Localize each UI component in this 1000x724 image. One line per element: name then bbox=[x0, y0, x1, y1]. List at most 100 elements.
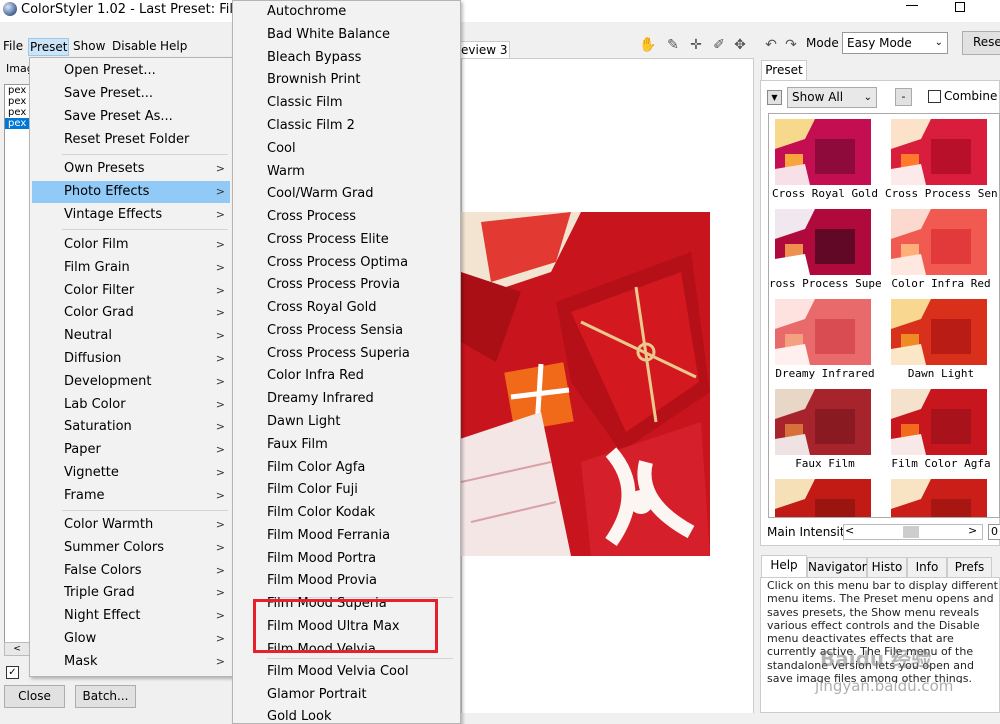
menu-item-photo-effects[interactable]: Photo Effects > bbox=[32, 181, 230, 203]
menu-item-glow[interactable]: Glow > bbox=[32, 628, 230, 650]
menu-item-summer-colors[interactable]: Summer Colors > bbox=[32, 537, 230, 559]
menu-item-saturation[interactable]: Saturation > bbox=[32, 416, 230, 438]
thumbnail-cross-process-superia[interactable]: ross Process Superia bbox=[769, 204, 881, 290]
menu-item-color-filter[interactable]: Color Filter > bbox=[32, 280, 230, 302]
preset-thumbnail-grid[interactable]: Cross Royal Gold Cross Process Sensi ros… bbox=[768, 113, 1000, 518]
submenu-item[interactable]: Brownish Print bbox=[233, 69, 459, 91]
submenu-item[interactable]: Film Mood Portra bbox=[233, 548, 459, 570]
file-list[interactable]: pex pex pex pex bbox=[4, 84, 30, 644]
apply-checkbox[interactable]: ✓ bbox=[6, 666, 19, 679]
submenu-item[interactable]: Color Infra Red bbox=[233, 365, 459, 387]
menu-item-save-preset-as[interactable]: Save Preset As... bbox=[32, 106, 230, 128]
brush-icon[interactable]: ✐ bbox=[710, 36, 728, 54]
menu-item-triple-grad[interactable]: Triple Grad > bbox=[32, 582, 230, 604]
slider-left-arrow-icon[interactable]: < bbox=[845, 524, 854, 537]
submenu-item[interactable]: Dawn Light bbox=[233, 411, 459, 433]
submenu-item[interactable]: Warm bbox=[233, 161, 459, 183]
menu-item-vignette[interactable]: Vignette > bbox=[32, 462, 230, 484]
thumbnail-cross-royal-gold[interactable]: Cross Royal Gold bbox=[769, 114, 878, 200]
intensity-value-field[interactable]: 0 bbox=[988, 524, 1000, 540]
menu-help[interactable]: Help bbox=[159, 38, 188, 54]
menu-item-vintage-effects[interactable]: Vintage Effects > bbox=[32, 204, 230, 226]
slider-thumb[interactable] bbox=[903, 526, 919, 538]
submenu-item[interactable]: Bad White Balance bbox=[233, 24, 459, 46]
eyedropper-icon[interactable]: ✎ bbox=[664, 36, 682, 54]
thumbnail-faux-film[interactable]: Faux Film bbox=[769, 384, 871, 470]
move-arrows-icon[interactable]: ✥ bbox=[731, 36, 749, 54]
menu-item-film-grain[interactable]: Film Grain > bbox=[32, 257, 230, 279]
panel-menu-icon[interactable]: ▼ bbox=[767, 90, 782, 105]
list-item[interactable]: pex bbox=[5, 85, 29, 96]
tab-navigator[interactable]: Navigator bbox=[807, 557, 867, 577]
minimize-icon[interactable] bbox=[906, 5, 918, 6]
submenu-item[interactable]: Cross Process bbox=[233, 206, 459, 228]
menu-item-diffusion[interactable]: Diffusion > bbox=[32, 348, 230, 370]
submenu-item[interactable]: Bleach Bypass bbox=[233, 47, 459, 69]
tab-info[interactable]: Info bbox=[907, 557, 947, 577]
menu-item-color-film[interactable]: Color Film > bbox=[32, 234, 230, 256]
thumbnail-film-color-agfa[interactable]: Film Color Agfa bbox=[885, 384, 991, 470]
submenu-item[interactable]: Cross Process Superia bbox=[233, 343, 459, 365]
menu-item-neutral[interactable]: Neutral > bbox=[32, 325, 230, 347]
list-item-selected[interactable]: pex bbox=[5, 118, 29, 129]
submenu-item[interactable]: Dreamy Infrared bbox=[233, 388, 459, 410]
submenu-item[interactable]: Cool bbox=[233, 138, 459, 160]
thumbnail-partial[interactable] bbox=[885, 474, 987, 517]
maximize-icon[interactable] bbox=[955, 2, 965, 12]
crosshair-icon[interactable]: ✛ bbox=[687, 36, 705, 54]
submenu-item[interactable]: Film Mood Velvia Cool bbox=[233, 661, 459, 683]
batch-button[interactable]: Batch... bbox=[75, 685, 136, 708]
menu-item-development[interactable]: Development > bbox=[32, 371, 230, 393]
undo-icon[interactable]: ↶ bbox=[762, 36, 780, 54]
reset-button[interactable]: Rese bbox=[962, 31, 1000, 55]
tab-histo[interactable]: Histo bbox=[867, 557, 907, 577]
thumbnail-color-infra-red[interactable]: Color Infra Red bbox=[885, 204, 991, 290]
submenu-item[interactable]: Cool/Warm Grad bbox=[233, 183, 459, 205]
submenu-item[interactable]: Cross Process Elite bbox=[233, 229, 459, 251]
minus-button[interactable]: - bbox=[895, 88, 912, 106]
combine-checkbox[interactable] bbox=[928, 90, 941, 103]
menu-item-night-effect[interactable]: Night Effect > bbox=[32, 605, 230, 627]
submenu-item[interactable]: Cross Royal Gold bbox=[233, 297, 459, 319]
menu-item-save-preset[interactable]: Save Preset... bbox=[32, 83, 230, 105]
list-item[interactable]: pex bbox=[5, 107, 29, 118]
submenu-item[interactable]: Autochrome bbox=[233, 1, 459, 23]
tab-help[interactable]: Help bbox=[761, 555, 807, 577]
menu-item-color-warmth[interactable]: Color Warmth > bbox=[32, 514, 230, 536]
hand-tool-icon[interactable]: ✋ bbox=[639, 36, 657, 54]
close-button[interactable]: Close bbox=[4, 685, 65, 708]
submenu-item[interactable]: Faux Film bbox=[233, 434, 459, 456]
menu-item-reset-preset-folder[interactable]: Reset Preset Folder bbox=[32, 129, 230, 151]
menu-item-false-colors[interactable]: False Colors > bbox=[32, 560, 230, 582]
submenu-item[interactable]: Film Color Fuji bbox=[233, 479, 459, 501]
list-item[interactable]: pex bbox=[5, 96, 29, 107]
tab-preview-3[interactable]: eview 3 bbox=[458, 41, 511, 58]
menu-item-mask[interactable]: Mask > bbox=[32, 651, 230, 673]
tab-preset[interactable]: Preset bbox=[761, 60, 807, 80]
submenu-item[interactable]: Classic Film 2 bbox=[233, 115, 459, 137]
slider-right-arrow-icon[interactable]: > bbox=[968, 524, 977, 537]
submenu-item[interactable]: Gold Look bbox=[233, 706, 459, 723]
thumbnail-partial[interactable] bbox=[769, 474, 871, 517]
menu-disable[interactable]: Disable bbox=[111, 38, 158, 54]
menu-show[interactable]: Show bbox=[72, 38, 106, 54]
menu-item-own-presets[interactable]: Own Presets > bbox=[32, 158, 230, 180]
menu-item-open-preset[interactable]: Open Preset... bbox=[32, 60, 230, 82]
menu-item-color-grad[interactable]: Color Grad > bbox=[32, 302, 230, 324]
scroll-left-arrow-icon[interactable]: < bbox=[4, 642, 30, 656]
submenu-item[interactable]: Glamor Portrait bbox=[233, 684, 459, 706]
redo-icon[interactable]: ↷ bbox=[782, 36, 800, 54]
thumbnail-dreamy-infrared[interactable]: Dreamy Infrared bbox=[769, 294, 875, 380]
menu-file[interactable]: File bbox=[2, 38, 24, 54]
submenu-item[interactable]: Film Color Kodak bbox=[233, 502, 459, 524]
submenu-item[interactable]: Cross Process Optima bbox=[233, 252, 459, 274]
submenu-item[interactable]: Cross Process Sensia bbox=[233, 320, 459, 342]
submenu-item[interactable]: Classic Film bbox=[233, 92, 459, 114]
show-select[interactable]: Show All ⌄ bbox=[787, 87, 877, 108]
menu-item-paper[interactable]: Paper > bbox=[32, 439, 230, 461]
menu-item-lab-color[interactable]: Lab Color > bbox=[32, 394, 230, 416]
submenu-item[interactable]: Film Mood Ferrania bbox=[233, 525, 459, 547]
submenu-item[interactable]: Film Color Agfa bbox=[233, 457, 459, 479]
menu-preset[interactable]: Preset bbox=[28, 38, 70, 56]
submenu-item[interactable]: Cross Process Provia bbox=[233, 274, 459, 296]
